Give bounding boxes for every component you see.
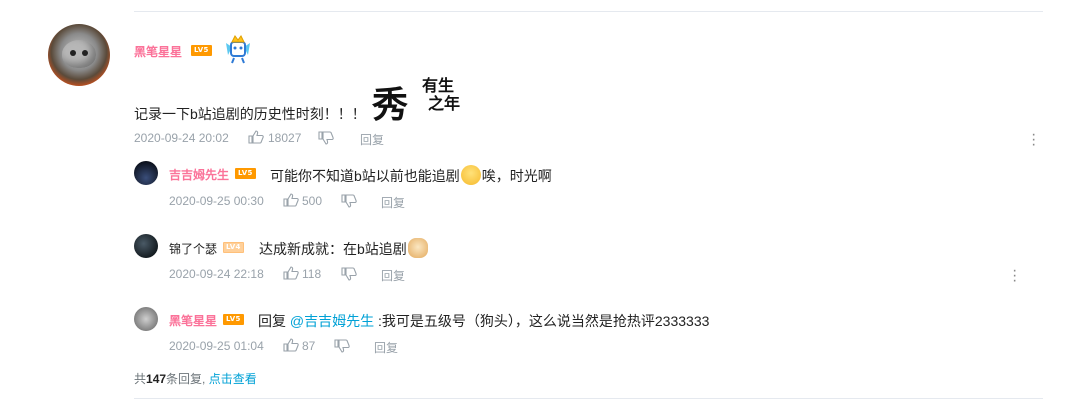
more-options-icon[interactable]: · · · xyxy=(1031,127,1036,153)
reply-like-count: 500 xyxy=(302,194,323,208)
reply-date: 2020-09-24 22:18 xyxy=(169,267,264,281)
mention-link[interactable]: @吉吉姆先生 xyxy=(290,313,374,329)
avatar-face xyxy=(62,40,96,68)
reply-text-part: :我可是五级号（狗头），这么说当然是抢热评2333333 xyxy=(378,313,710,329)
reply-text-part: 达成新成就：在b站追剧 xyxy=(259,241,407,257)
dislike-icon[interactable] xyxy=(341,194,357,208)
main-comment-username[interactable]: 黑笔星星 xyxy=(134,43,182,60)
reply-username[interactable]: 锦了个瑟 xyxy=(169,240,217,257)
sticker-youshengzhinian-top: 有生 xyxy=(422,78,455,95)
dog-emoji-icon xyxy=(407,238,428,258)
reply-reply-button[interactable]: 回复 xyxy=(374,339,398,356)
dislike-icon[interactable] xyxy=(318,131,334,145)
main-comment-like-count: 18027 xyxy=(268,131,302,145)
reply-avatar[interactable] xyxy=(134,234,158,258)
like-icon[interactable] xyxy=(283,193,299,207)
dislike-icon[interactable] xyxy=(341,267,357,281)
reply-text: 达成新成就：在b站追剧 xyxy=(259,238,429,259)
fan-medal-icon xyxy=(226,35,250,64)
reply-date: 2020-09-25 01:04 xyxy=(169,339,264,353)
avatar-eye-left xyxy=(70,50,76,56)
reply-username[interactable]: 黑笔星星 xyxy=(169,312,217,329)
reply-text: 可能你不知道b站以前也能追剧 唉，时光啊 xyxy=(270,165,552,186)
sticker-youshengzhinian-bottom: 之年 xyxy=(428,96,461,113)
reply-reply-button[interactable]: 回复 xyxy=(381,194,405,211)
sticker-xiu: 秀 xyxy=(372,84,409,126)
reply-username[interactable]: 吉吉姆先生 xyxy=(169,166,229,183)
summary-suffix: 条回复, xyxy=(166,372,206,386)
dislike-icon[interactable] xyxy=(334,339,350,353)
main-comment-level-badge: LV5 xyxy=(191,45,212,56)
reply-avatar[interactable] xyxy=(134,161,158,185)
reply-level-badge: LV5 xyxy=(223,314,244,325)
reply-avatar[interactable] xyxy=(134,307,158,331)
reply-date: 2020-09-25 00:30 xyxy=(169,194,264,208)
main-comment-date: 2020-09-24 20:02 xyxy=(134,131,229,145)
reply-text-part: 唉，时光啊 xyxy=(481,168,552,184)
bottom-divider xyxy=(134,398,1043,399)
view-all-replies-link[interactable]: 点击查看 xyxy=(209,372,257,386)
summary-prefix: 共 xyxy=(134,372,147,386)
reply-text: 回复 @吉吉姆先生 :我可是五级号（狗头），这么说当然是抢热评2333333 xyxy=(258,311,709,331)
reply-level-badge: LV4 xyxy=(223,242,244,253)
main-comment-text: 记录一下b站追剧的历史性时刻！！！ xyxy=(134,106,366,122)
reply-like-count: 87 xyxy=(302,339,316,353)
reply-count: 147 xyxy=(146,372,167,386)
reply-summary: 共147条回复, 点击查看 xyxy=(134,370,257,387)
like-icon[interactable] xyxy=(283,266,299,280)
main-comment-avatar[interactable] xyxy=(48,24,110,86)
reply-text-part: 可能你不知道b站以前也能追剧 xyxy=(270,168,460,184)
crying-emoji-icon xyxy=(460,165,481,185)
reply-reply-button[interactable]: 回复 xyxy=(381,267,405,284)
like-icon[interactable] xyxy=(283,338,299,352)
main-comment-reply-button[interactable]: 回复 xyxy=(360,131,384,148)
more-options-icon[interactable]: · · · xyxy=(1012,263,1017,289)
reply-prefix: 回复 xyxy=(258,313,286,329)
avatar-eye-right xyxy=(82,50,88,56)
like-icon[interactable] xyxy=(248,130,264,144)
reply-level-badge: LV5 xyxy=(235,168,256,179)
top-divider xyxy=(134,11,1043,12)
reply-like-count: 118 xyxy=(302,267,322,281)
